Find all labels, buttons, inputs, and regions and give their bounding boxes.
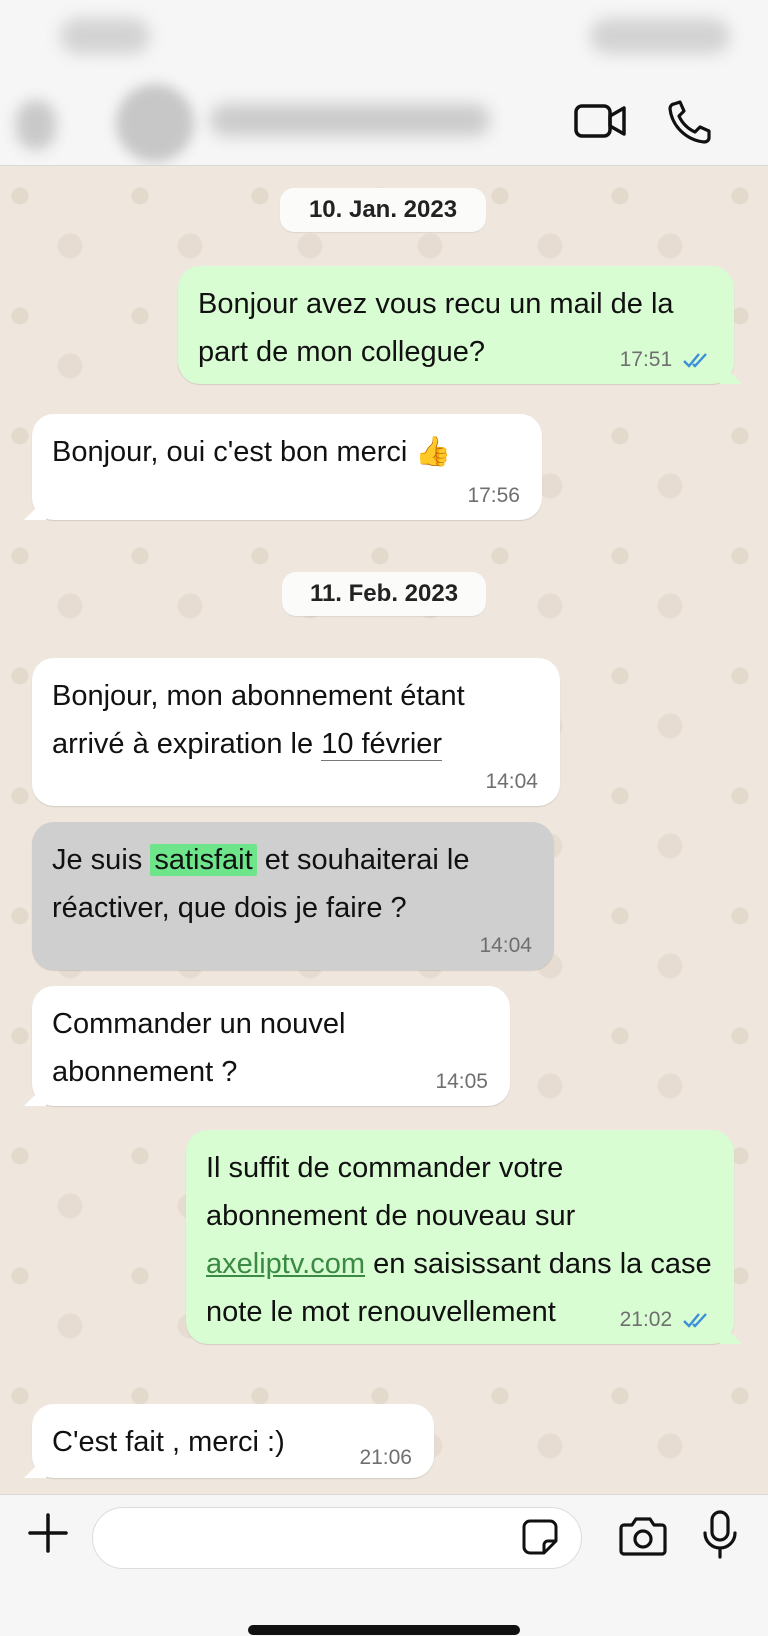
contact-name-blurred[interactable] <box>210 104 490 136</box>
phone-icon[interactable] <box>664 96 724 146</box>
video-call-icon[interactable] <box>570 96 630 146</box>
message-time: 21:06 <box>359 1446 412 1469</box>
message-time: 14:04 <box>479 934 532 957</box>
incoming-message[interactable]: Bonjour, oui c'est bon merci 👍 17:56 <box>24 414 542 520</box>
chat-header <box>0 0 768 166</box>
date-separator: 11. Feb. 2023 <box>282 572 486 616</box>
website-link[interactable]: axeliptv.com <box>206 1248 365 1280</box>
date-separator: 10. Jan. 2023 <box>280 188 486 232</box>
microphone-icon[interactable] <box>702 1509 738 1561</box>
sticker-icon[interactable] <box>520 1517 560 1557</box>
status-bar-time-blurred <box>60 18 150 54</box>
message-time: 17:56 <box>467 484 520 507</box>
bubble-tail <box>24 498 46 520</box>
camera-icon[interactable] <box>618 1513 668 1559</box>
incoming-message[interactable]: Bonjour, mon abonnement étant arrivé à e… <box>32 658 560 806</box>
message-composer <box>0 1494 768 1636</box>
incoming-message[interactable]: C'est fait , merci :) 21:06 <box>24 1404 434 1478</box>
date-link[interactable]: 10 février <box>321 728 443 761</box>
contact-avatar[interactable] <box>116 84 194 162</box>
message-text: C'est fait , merci :) <box>52 1426 285 1458</box>
message-time: 17:51 <box>620 348 712 372</box>
message-text: Bonjour, oui c'est bon merci 👍 <box>52 436 452 468</box>
plus-icon[interactable] <box>26 1511 70 1555</box>
outgoing-message[interactable]: Il suffit de commander votre abonnement … <box>186 1130 742 1344</box>
status-bar-icons-blurred <box>590 18 730 54</box>
back-button[interactable] <box>16 100 56 150</box>
message-text: Commander un nouvel abonnement ? <box>52 1008 346 1088</box>
message-time: 14:04 <box>485 770 538 793</box>
bubble-tail <box>720 1322 742 1344</box>
chat-messages[interactable]: 10. Jan. 2023 Bonjour avez vous recu un … <box>0 166 768 1494</box>
message-input[interactable] <box>92 1507 582 1569</box>
bubble-tail <box>24 1456 46 1478</box>
double-check-icon <box>683 353 707 369</box>
incoming-message-selected[interactable]: Je suis satisfait et souhaiterai le réac… <box>32 822 554 970</box>
bubble-tail <box>24 1084 46 1106</box>
message-text: Il suffit de commander votre abonnement … <box>206 1152 576 1232</box>
incoming-message[interactable]: Commander un nouvel abonnement ? 14:05 <box>24 986 510 1106</box>
message-time: 14:05 <box>435 1070 488 1093</box>
message-time: 21:02 <box>620 1308 712 1332</box>
message-text: Bonjour avez vous recu un mail de la par… <box>198 288 674 368</box>
outgoing-message[interactable]: Bonjour avez vous recu un mail de la par… <box>178 266 742 384</box>
home-indicator <box>248 1625 520 1635</box>
double-check-icon <box>683 1313 707 1329</box>
message-text: Je suis <box>52 844 151 876</box>
highlighted-word: satisfait <box>150 844 257 876</box>
bubble-tail <box>720 362 742 384</box>
